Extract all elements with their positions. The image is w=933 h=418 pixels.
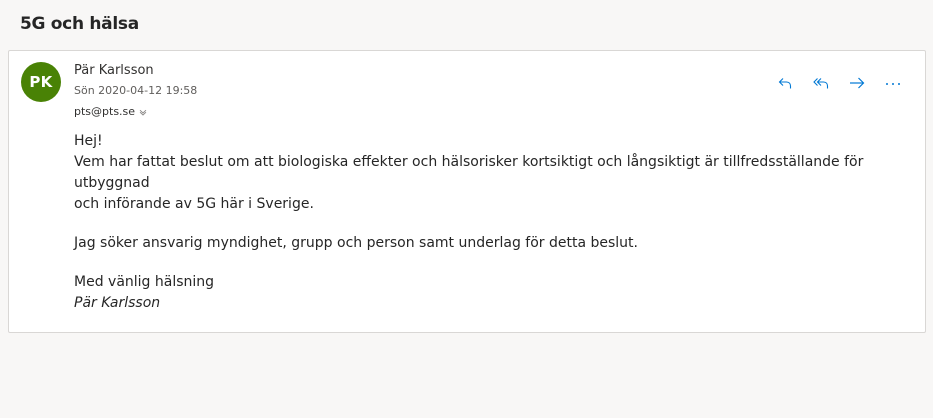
body-signature: Pär Karlsson: [74, 295, 161, 311]
sender-name[interactable]: Pär Karlsson: [74, 63, 154, 78]
email-subject: 5G och hälsa: [20, 14, 139, 34]
message-body: Hej! Vem har fattat beslut om att biolog…: [74, 131, 914, 314]
recipient-row[interactable]: pts@pts.se: [74, 105, 148, 118]
forward-button[interactable]: [839, 71, 875, 95]
reply-all-icon: [813, 78, 829, 89]
body-line: Vem har fattat beslut om att biologiska …: [74, 154, 864, 191]
more-actions-button[interactable]: [875, 71, 911, 95]
body-closing: Med vänlig hälsning: [74, 274, 215, 290]
reply-icon: [778, 78, 792, 89]
more-icon: [886, 83, 900, 85]
body-line: och införande av 5G här i Sverige.: [74, 196, 314, 212]
chevron-down-icon[interactable]: [138, 107, 148, 117]
recipient-address: pts@pts.se: [74, 105, 136, 118]
message-actions: [767, 71, 911, 95]
message-date: Sön 2020-04-12 19:58: [74, 84, 198, 97]
avatar[interactable]: PK: [21, 62, 61, 102]
forward-icon: [850, 77, 865, 89]
message-card: PK Pär Karlsson Sön 2020-04-12 19:58 pts…: [8, 50, 926, 333]
body-line: Jag söker ansvarig myndighet, grupp och …: [74, 235, 638, 251]
reply-button[interactable]: [767, 71, 803, 95]
reply-all-button[interactable]: [803, 71, 839, 95]
body-greeting: Hej!: [74, 133, 103, 149]
